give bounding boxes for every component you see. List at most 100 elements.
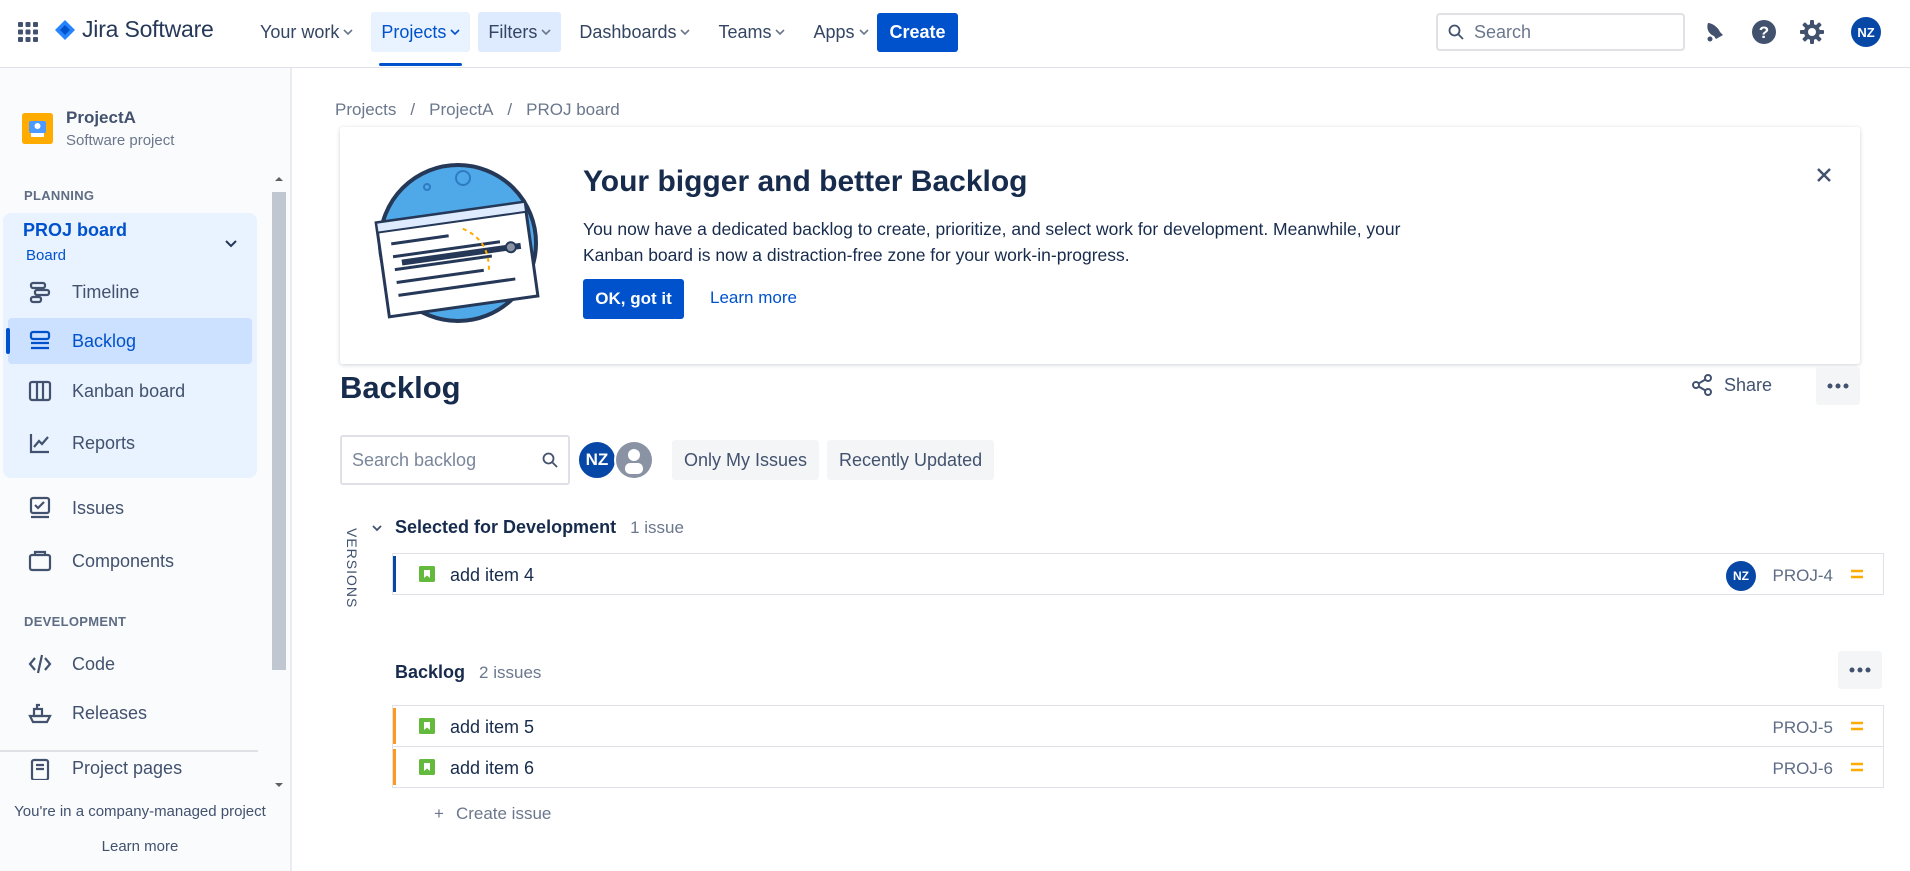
settings-gear-icon[interactable] [1798, 18, 1826, 46]
sidebar-item-issues[interactable]: Issues [8, 485, 252, 531]
nav-apps[interactable]: Apps [803, 12, 878, 52]
create-issue-label: Create issue [455, 804, 552, 823]
chevron-down-icon [775, 29, 786, 36]
sidebar-item-project-pages[interactable]: Project pages [8, 754, 252, 780]
banner-learn-more-link[interactable]: Learn more [710, 288, 797, 308]
nav-label: Teams [718, 21, 772, 42]
project-avatar-icon [22, 113, 53, 144]
share-button[interactable]: Share [1690, 373, 1772, 397]
sidebar-scrollbar[interactable] [270, 172, 288, 792]
breadcrumb: Projects / ProjectA / PROJ board [335, 100, 620, 120]
issue-key[interactable]: PROJ-5 [1773, 718, 1833, 738]
sidebar-item-label: Releases [72, 702, 148, 723]
chevron-down-icon[interactable] [370, 521, 384, 535]
chevron-down-icon [343, 29, 353, 36]
nav-your-work[interactable]: Your work [250, 12, 363, 52]
help-icon[interactable]: ? [1750, 18, 1778, 46]
sprint-issue-count: 1 issue [630, 518, 684, 537]
only-my-issues-filter[interactable]: Only My Issues [672, 440, 820, 480]
sidebar-item-label: Issues [72, 497, 125, 518]
project-pages-icon [30, 758, 50, 780]
row-status-edge [393, 708, 396, 744]
banner-text: You now have a dedicated backlog to crea… [583, 219, 1401, 265]
chevron-down-icon [858, 29, 869, 36]
project-header[interactable]: ProjectA Software project [22, 108, 174, 149]
sidebar-item-code[interactable]: Code [8, 641, 252, 687]
sidebar-item-label: Components [72, 550, 175, 571]
recently-updated-filter[interactable]: Recently Updated [827, 440, 995, 480]
nav-projects[interactable]: Projects [371, 12, 471, 66]
jira-logo[interactable]: Jira Software [54, 16, 214, 43]
development-section-label: DEVELOPMENT [24, 614, 127, 629]
issue-key[interactable]: PROJ-4 [1773, 566, 1833, 586]
search-placeholder: Search [1474, 21, 1532, 42]
breadcrumb-project[interactable]: ProjectA [429, 100, 493, 120]
sidebar-item-backlog[interactable]: Backlog [6, 318, 252, 364]
issue-summary: add item 6 [450, 758, 535, 778]
timeline-icon [29, 281, 51, 304]
backlog-header[interactable]: Backlog 2 issues [395, 662, 541, 683]
priority-medium-icon [1851, 762, 1863, 772]
project-sidebar: ProjectA Software project PLANNING PROJ … [0, 68, 292, 871]
sidebar-item-timeline[interactable]: Timeline [8, 269, 252, 315]
scroll-down-arrow-icon [275, 783, 283, 787]
issue-assignee-avatar[interactable]: NZ [1726, 561, 1756, 591]
planning-section-label: PLANNING [24, 188, 95, 203]
sidebar-item-releases[interactable]: Releases [8, 690, 252, 736]
issue-row[interactable]: add item 6 PROJ-6 [392, 746, 1884, 788]
logo-text: Jira Software [82, 16, 214, 42]
svg-text:?: ? [1759, 23, 1769, 42]
global-search-input[interactable]: Search [1436, 13, 1685, 51]
sidebar-divider [0, 750, 258, 752]
story-icon [419, 759, 435, 775]
plus-icon: + [434, 804, 444, 823]
nav-label: Projects [381, 21, 447, 42]
search-backlog-input[interactable]: Search backlog [340, 435, 570, 485]
create-issue-button[interactable]: + Create issue [434, 804, 551, 824]
more-actions-button[interactable] [1816, 367, 1860, 405]
backlog-more-actions-button[interactable] [1838, 651, 1882, 689]
backlog-name: Backlog [395, 662, 466, 682]
user-avatar[interactable]: NZ [1851, 17, 1881, 47]
nav-label: Filters [488, 21, 538, 42]
chevron-down-icon [680, 29, 691, 36]
unassigned-filter-avatar[interactable] [614, 440, 654, 480]
sidebar-item-components[interactable]: Components [8, 538, 252, 584]
board-switcher-title[interactable]: PROJ board [23, 220, 127, 241]
issue-row[interactable]: add item 5 PROJ-5 [392, 705, 1884, 747]
versions-panel-toggle[interactable]: VERSIONS [340, 528, 364, 608]
sidebar-learn-more-link[interactable]: Learn more [0, 838, 280, 855]
breadcrumb-board[interactable]: PROJ board [526, 100, 620, 120]
notifications-icon[interactable] [1700, 18, 1728, 46]
sidebar-item-label: Backlog [72, 330, 137, 351]
scrollbar-thumb[interactable] [272, 192, 286, 670]
app-switcher-icon[interactable] [16, 20, 40, 44]
sidebar-item-reports[interactable]: Reports [8, 420, 252, 466]
issue-key[interactable]: PROJ-6 [1773, 759, 1833, 779]
priority-medium-icon [1851, 569, 1863, 579]
close-icon[interactable] [1814, 165, 1834, 185]
banner-title: Your bigger and better Backlog [583, 165, 1028, 198]
create-button[interactable]: Create [877, 13, 958, 52]
story-icon [419, 718, 435, 734]
issue-summary: add item 4 [450, 565, 535, 585]
company-managed-text: You're in a company-managed project [14, 803, 266, 820]
share-label: Share [1724, 374, 1773, 395]
scroll-up-arrow-icon [275, 177, 283, 181]
nav-dashboards[interactable]: Dashboards [569, 12, 700, 52]
kanban-board-icon [28, 380, 52, 402]
breadcrumb-projects[interactable]: Projects [335, 100, 396, 120]
nav-teams[interactable]: Teams [708, 12, 795, 52]
selected-for-development-header[interactable]: Selected for Development 1 issue [395, 517, 684, 538]
nav-filters[interactable]: Filters [478, 12, 562, 52]
chevron-down-icon[interactable] [224, 236, 238, 250]
sidebar-item-label: Kanban board [72, 380, 186, 401]
issue-row[interactable]: add item 4 NZ PROJ-4 [392, 553, 1884, 595]
ok-got-it-button[interactable]: OK, got it [583, 279, 684, 319]
sidebar-item-label: Project pages [72, 758, 183, 778]
sidebar-item-kanban-board[interactable]: Kanban board [8, 368, 252, 414]
assignee-filter-avatar[interactable]: NZ [577, 440, 617, 480]
search-backlog-placeholder: Search backlog [352, 449, 477, 470]
sprint-name: Selected for Development [395, 517, 617, 537]
story-icon [419, 566, 435, 582]
